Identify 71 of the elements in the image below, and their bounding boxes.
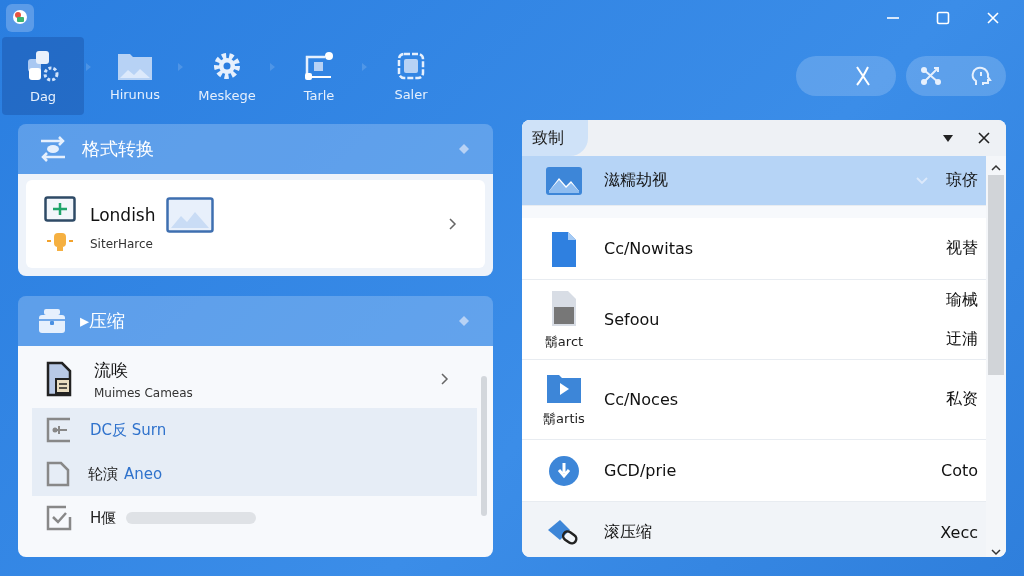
file-detail: 瑜械 (946, 289, 978, 311)
panel-tab[interactable]: 致制 (522, 120, 588, 156)
item-title: 流唉 (94, 358, 128, 382)
document-icon (46, 461, 70, 487)
scrollbar[interactable] (481, 376, 487, 516)
file-name: 滚压缩 (604, 522, 652, 543)
chevron-right-icon (449, 218, 457, 230)
monitor-plus-icon (44, 196, 76, 222)
scroll-down-icon[interactable] (991, 549, 1001, 556)
compress-item[interactable]: DC反 Surn (32, 408, 477, 452)
scroll-up-icon[interactable] (991, 164, 1001, 171)
maximize-icon (936, 11, 950, 25)
document-icon (551, 229, 577, 268)
cut-button[interactable] (796, 56, 896, 96)
toolbox-icon (38, 308, 66, 334)
bulb-icon (47, 232, 73, 252)
download-icon (548, 454, 580, 487)
compress-item[interactable]: H偃 (32, 496, 477, 540)
close-icon (978, 132, 990, 144)
checkbox-icon (46, 505, 72, 531)
card-title: ▸压缩 (80, 309, 126, 333)
compress-item[interactable]: 流唉 Muimes Cameas (32, 350, 477, 408)
image-thumbnail-icon (165, 197, 214, 233)
file-detail: 迂浦 (946, 328, 978, 350)
file-detail: 视替 (946, 238, 978, 259)
file-name: Sefoou (604, 310, 660, 329)
file-detail: 私资 (946, 389, 978, 410)
head-icon (970, 65, 992, 87)
item-label: H偃 (90, 508, 117, 528)
item-label: DC反 Surn (90, 420, 167, 440)
item-label: 轮演 (88, 464, 118, 484)
tag-bracket-icon (46, 417, 72, 443)
file-row[interactable]: 滚压缩 Xecc (522, 502, 986, 557)
file-name: Cc/Noces (604, 390, 679, 409)
conversion-item[interactable]: Londish SiterHarce (26, 180, 485, 268)
file-row[interactable]: 鬍artis Cc/Noces 私资 (522, 360, 986, 440)
share-icon (920, 65, 942, 87)
cross-icon (854, 65, 872, 87)
chevron-right-icon (441, 373, 449, 385)
item-subtitle: Muimes Cameas (94, 385, 193, 400)
caret-down-icon (943, 134, 953, 142)
close-icon (986, 11, 1000, 25)
file-caption: 鬍artis (543, 409, 585, 428)
blocks-gear-icon (26, 48, 60, 83)
chevron-down-icon (916, 176, 928, 185)
file-row[interactable]: Cc/Nowitas 视替 (522, 218, 986, 280)
scrollbar-thumb[interactable] (988, 175, 1004, 375)
item-subtitle: SiterHarce (90, 237, 153, 251)
convert-arrows-icon (38, 136, 68, 162)
item-title: Londish (90, 205, 156, 225)
file-detail: 琼侪 (946, 170, 978, 191)
transform-icon (303, 49, 335, 82)
file-detail: Coto (940, 461, 978, 480)
file-name: GCD/prie (604, 461, 677, 480)
file-name: Cc/Nowitas (604, 239, 694, 258)
file-caption: 鬍arct (544, 332, 584, 351)
toolbar-button[interactable]: Dag (2, 37, 84, 115)
item-label: Aneo (124, 465, 163, 483)
diamond-icon (459, 144, 469, 154)
file-row[interactable]: 滋糯劫视 琼侪 (522, 156, 986, 206)
app-icon[interactable] (6, 4, 34, 32)
file-name: 滋糯劫视 (604, 170, 668, 191)
image-icon (546, 166, 582, 195)
chip-icon (396, 50, 426, 81)
file-row[interactable]: 鬍arct Sefoou 瑜械 迂浦 (522, 280, 986, 360)
document-icon (551, 288, 577, 327)
file-row[interactable]: GCD/prie Coto (522, 440, 986, 502)
compress-item[interactable]: 轮演 Aneo (32, 452, 477, 496)
card-title: 格式转换 (82, 137, 154, 161)
file-detail: Xecc (940, 523, 978, 542)
diamond-icon (459, 316, 469, 326)
